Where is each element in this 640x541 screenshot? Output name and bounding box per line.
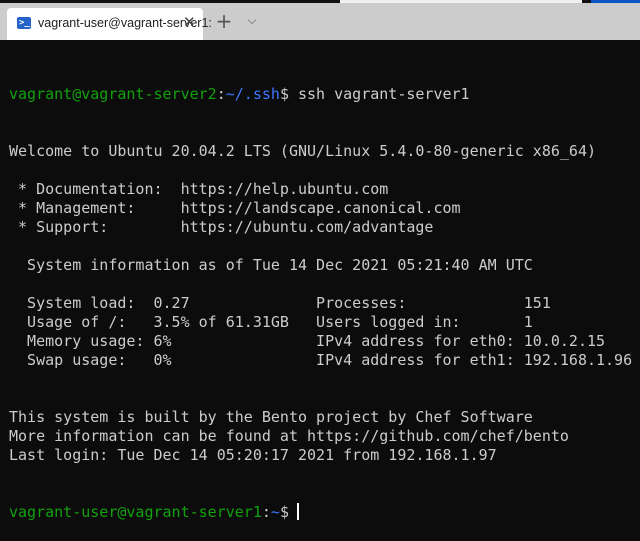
output-line: * Support: https://ubuntu.com/advantage bbox=[9, 218, 434, 236]
output-line: This system is built by the Bento projec… bbox=[9, 408, 533, 426]
prompt-colon: : bbox=[261, 503, 271, 521]
command-text: ssh vagrant-server1 bbox=[288, 85, 470, 103]
prompt-path: ~/.ssh bbox=[225, 85, 280, 103]
prompt-user-host: vagrant-user@vagrant-server1 bbox=[9, 503, 262, 521]
output-line: System information as of Tue 14 Dec 2021… bbox=[9, 256, 533, 274]
tab-bar: >_ vagrant-user@vagrant-server1: ✕ + ⌵ bbox=[0, 3, 640, 40]
tab-terminal[interactable]: >_ vagrant-user@vagrant-server1: ✕ bbox=[7, 8, 212, 40]
powershell-icon: >_ bbox=[17, 17, 31, 29]
output-line: Memory usage: 6% IPv4 address for eth0: … bbox=[9, 332, 606, 350]
prompt-path: ~ bbox=[270, 503, 280, 521]
terminal-output[interactable]: vagrant@vagrant-server2:~/.ssh$ ssh vagr… bbox=[9, 47, 632, 541]
prompt-line: vagrant@vagrant-server2:~/.ssh$ ssh vagr… bbox=[9, 85, 632, 104]
prompt-user-host: vagrant@vagrant-server2 bbox=[9, 85, 217, 103]
current-prompt-line[interactable]: vagrant-user@vagrant-server1:~$ bbox=[9, 503, 632, 522]
output-line: Last login: Tue Dec 14 05:20:17 2021 fro… bbox=[9, 446, 497, 464]
chevron-down-icon[interactable]: ⌵ bbox=[242, 13, 262, 28]
prompt-dollar: $ bbox=[279, 85, 289, 103]
close-icon[interactable]: ✕ bbox=[183, 13, 196, 31]
output-line: Welcome to Ubuntu 20.04.2 LTS (GNU/Linux… bbox=[9, 142, 596, 160]
output-line: * Documentation: https://help.ubuntu.com bbox=[9, 180, 389, 198]
output-line: More information can be found at https:/… bbox=[9, 427, 569, 445]
output-line: Usage of /: 3.5% of 61.31GB Users logged… bbox=[9, 313, 533, 331]
output-line: System load: 0.27 Processes: 151 bbox=[9, 294, 551, 312]
output-line: * Management: https://landscape.canonica… bbox=[9, 199, 461, 217]
prompt-dollar: $ bbox=[279, 503, 289, 521]
prompt-colon: : bbox=[216, 85, 226, 103]
new-tab-button[interactable]: + bbox=[212, 11, 236, 31]
output-line: Swap usage: 0% IPv4 address for eth1: 19… bbox=[9, 351, 633, 369]
text-cursor bbox=[296, 503, 299, 520]
